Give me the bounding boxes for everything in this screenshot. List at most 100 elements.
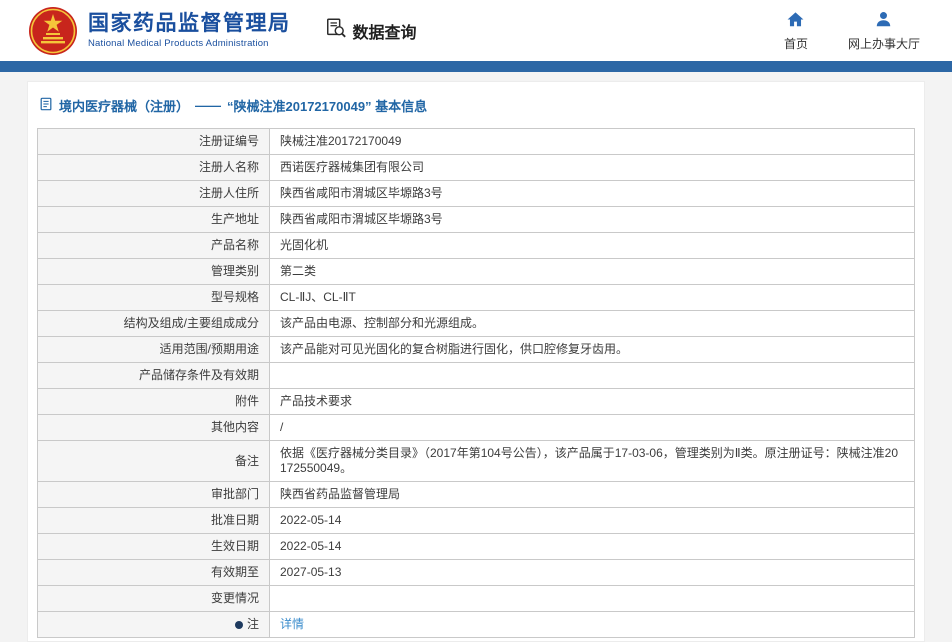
row-value: 陕西省咸阳市渭城区毕塬路3号 — [269, 206, 915, 233]
table-row: 注 详情 — [37, 611, 915, 638]
row-value: 陕西省药品监督管理局 — [269, 481, 915, 508]
table-row: 注册人名称 西诺医疗器械集团有限公司 — [37, 154, 915, 181]
nav-service-hall[interactable]: 网上办事大厅 — [848, 10, 920, 52]
row-label: 备注 — [37, 440, 270, 482]
table-row: 生效日期 2022-05-14 — [37, 533, 915, 560]
breadcrumb: 境内医疗器械（注册） —— “陕械注准20172170049” 基本信息 — [37, 90, 915, 128]
row-label: 变更情况 — [37, 585, 270, 612]
registration-info-table: 注册证编号 陕械注准20172170049 注册人名称 西诺医疗器械集团有限公司 注册人… — [37, 128, 915, 638]
table-row: 变更情况 — [37, 585, 915, 612]
national-emblem-logo — [28, 6, 78, 56]
row-label-text: 产品名称 — [210, 238, 259, 252]
row-label: 型号规格 — [37, 284, 270, 311]
home-icon — [786, 10, 805, 32]
row-value: 2027-05-13 — [269, 559, 915, 586]
org-name-cn: 国家药品监督管理局 — [88, 12, 291, 35]
nav-service-hall-label: 网上办事大厅 — [847, 36, 920, 51]
row-value: / — [269, 414, 915, 441]
table-row: 管理类别 第二类 — [37, 258, 915, 285]
table-row: 产品储存条件及有效期 — [37, 362, 915, 389]
row-label: 附件 — [37, 388, 270, 415]
row-value: 第二类 — [269, 258, 915, 285]
table-row: 审批部门 陕西省药品监督管理局 — [37, 481, 915, 508]
table-row: 适用范围/预期用途 该产品能对可见光固化的复合树脂进行固化，供口腔修复牙齿用。 — [37, 336, 915, 363]
row-label: 其他内容 — [37, 414, 270, 441]
row-label-text: 生效日期 — [210, 539, 259, 553]
note-bullet-icon — [234, 620, 243, 629]
breadcrumb-page-title: “陕械注准20172170049” 基本信息 — [227, 99, 428, 114]
nav-home[interactable]: 首页 — [774, 10, 818, 52]
table-row: 结构及组成/主要组成成分 该产品由电源、控制部分和光源组成。 — [37, 310, 915, 337]
header: 国家药品监督管理局 National Medical Products Admi… — [0, 0, 952, 61]
data-query-icon — [325, 17, 347, 44]
row-label-text: 备注 — [234, 453, 259, 468]
row-label: 有效期至 — [37, 559, 270, 586]
row-label-text: 变更情况 — [210, 591, 259, 605]
breadcrumb-section-link[interactable]: 境内医疗器械（注册） — [59, 96, 189, 115]
row-label: 批准日期 — [37, 507, 270, 534]
document-icon — [39, 97, 53, 114]
table-row: 型号规格 CL-ⅡJ、CL-ⅡT — [37, 284, 915, 311]
row-label-text: 注册证编号 — [198, 134, 259, 148]
main-content: 境内医疗器械（注册） —— “陕械注准20172170049” 基本信息 注册证… — [0, 72, 952, 642]
row-value: 2022-05-14 — [269, 533, 915, 560]
row-label: 注册证编号 — [37, 128, 270, 155]
table-row: 批准日期 2022-05-14 — [37, 507, 915, 534]
row-label-text: 产品储存条件及有效期 — [138, 368, 259, 382]
table-row: 附件 产品技术要求 — [37, 388, 915, 415]
row-label: 生产地址 — [37, 206, 270, 233]
row-label-text: 批准日期 — [210, 513, 259, 527]
row-label: 产品储存条件及有效期 — [37, 362, 270, 389]
row-label: 注 — [37, 611, 270, 638]
table-row: 备注 依据《医疗器械分类目录》（2017年第104号公告），该产品属于17-03-… — [37, 440, 915, 482]
row-label: 产品名称 — [37, 232, 270, 259]
row-label-text: 适用范围/预期用途 — [159, 342, 259, 356]
row-value: CL-ⅡJ、CL-ⅡT — [269, 284, 915, 311]
breadcrumb-separator: —— — [195, 98, 222, 113]
row-value: 西诺医疗器械集团有限公司 — [269, 154, 915, 181]
row-value: 该产品由电源、控制部分和光源组成。 — [269, 310, 915, 337]
row-label-text: 生产地址 — [210, 212, 259, 226]
nav-home-label: 首页 — [783, 36, 808, 51]
table-row: 注册人住所 陕西省咸阳市渭城区毕塬路3号 — [37, 180, 915, 207]
row-value: 该产品能对可见光固化的复合树脂进行固化，供口腔修复牙齿用。 — [269, 336, 915, 363]
row-value: 光固化机 — [269, 232, 915, 259]
row-value: 依据《医疗器械分类目录》（2017年第104号公告），该产品属于17-03-06… — [269, 440, 915, 482]
row-label: 适用范围/预期用途 — [37, 336, 270, 363]
row-value: 2022-05-14 — [269, 507, 915, 534]
row-label-text: 注 — [246, 617, 259, 631]
row-label: 生效日期 — [37, 533, 270, 560]
nav-data-query[interactable]: 数据查询 — [325, 17, 417, 44]
row-label-text: 型号规格 — [210, 290, 259, 304]
data-query-label: 数据查询 — [352, 24, 417, 42]
top-nav: 首页 网上办事大厅 — [774, 10, 920, 52]
row-label: 注册人名称 — [37, 154, 270, 181]
table-row: 有效期至 2027-05-13 — [37, 559, 915, 586]
table-row: 其他内容 / — [37, 414, 915, 441]
org-name-en: National Medical Products Administration — [88, 38, 269, 49]
row-value: 详情 — [269, 611, 915, 638]
content-panel: 境内医疗器械（注册） —— “陕械注准20172170049” 基本信息 注册证… — [27, 81, 925, 642]
row-value — [269, 362, 915, 389]
table-row: 产品名称 光固化机 — [37, 232, 915, 259]
row-value: 产品技术要求 — [269, 388, 915, 415]
row-label-text: 注册人住所 — [198, 186, 259, 200]
header-divider-bar — [0, 61, 952, 72]
table-row: 注册证编号 陕械注准20172170049 — [37, 128, 915, 155]
row-label-text: 附件 — [234, 394, 259, 408]
row-label-text: 注册人名称 — [198, 160, 259, 174]
row-label-text: 有效期至 — [210, 565, 259, 579]
row-label-text: 其他内容 — [210, 420, 259, 434]
detail-link[interactable]: 详情 — [280, 617, 304, 631]
row-label: 结构及组成/主要组成成分 — [37, 310, 270, 337]
table-row: 生产地址 陕西省咸阳市渭城区毕塬路3号 — [37, 206, 915, 233]
row-label-text: 结构及组成/主要组成成分 — [123, 316, 259, 330]
brand[interactable]: 国家药品监督管理局 National Medical Products Admi… — [28, 6, 291, 56]
info-table-body: 注册证编号 陕械注准20172170049 注册人名称 西诺医疗器械集团有限公司 注册人… — [37, 128, 915, 638]
row-label-text: 审批部门 — [210, 487, 259, 501]
row-label: 管理类别 — [37, 258, 270, 285]
row-label: 注册人住所 — [37, 180, 270, 207]
brand-text: 国家药品监督管理局 National Medical Products Admi… — [88, 12, 291, 49]
row-value: 陕械注准20172170049 — [269, 128, 915, 155]
row-value: 陕西省咸阳市渭城区毕塬路3号 — [269, 180, 915, 207]
